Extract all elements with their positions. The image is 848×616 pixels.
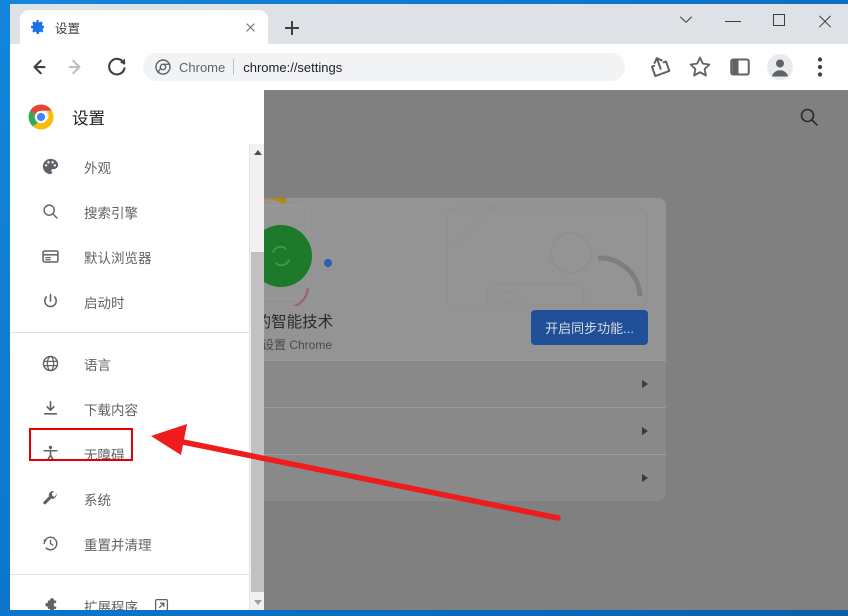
chevron-right-icon [642,427,648,435]
tab-title: 设置 [55,21,81,36]
triangle-down-icon[interactable] [250,594,265,610]
settings-sidebar: 设置 外观 搜索引擎 默认浏览器 启动时 语言 下载内容 无障碍 系统 重置并清… [10,90,264,610]
sidebar-item-default-browser[interactable]: 默认浏览器 [10,234,264,279]
sidebar-item-label: 重置并清理 [84,537,152,553]
page-title: 设置 [72,110,105,128]
sidebar-item-reset-cleanup[interactable]: 重置并清理 [10,521,264,566]
minimize-icon[interactable] [710,4,756,38]
browser-toolbar: Chrome chrome://settings [10,44,848,90]
turn-on-sync-button[interactable]: 开启同步功能... [531,310,648,345]
back-arrow-icon[interactable] [22,52,52,82]
sidebar-item-downloads[interactable]: 下载内容 [10,386,264,431]
more-menu-icon[interactable] [805,52,835,82]
sidebar-item-label: 外观 [84,160,111,176]
sidebar-item-label: 无障碍 [84,447,125,463]
chrome-icon [155,59,171,75]
browser-tab-settings[interactable]: 设置 [20,10,268,44]
sidebar-item-label: 启动时 [84,295,125,311]
sidebar-item-extensions[interactable]: 扩展程序 [10,583,264,610]
omnibox-url-text: chrome://settings [243,59,343,75]
sidebar-item-on-startup[interactable]: 启动时 [10,279,264,324]
omnibox-site-label: Chrome [179,59,226,75]
download-icon [40,399,60,419]
chevron-right-icon [642,380,648,388]
chevron-down-icon[interactable] [664,4,710,38]
sidebar-item-label: 默认浏览器 [84,250,152,266]
palette-icon [40,157,60,177]
close-icon[interactable] [802,4,848,38]
gear-icon [30,19,46,35]
address-bar[interactable]: Chrome chrome://settings [143,53,625,81]
chevron-right-icon [642,474,648,482]
scrollbar-thumb[interactable] [251,252,264,592]
search-icon[interactable] [798,106,820,128]
sidebar-item-label: 搜索引擎 [84,205,138,221]
search-icon [40,202,60,222]
sidebar-item-label: 扩展程序 [84,599,138,611]
browser-window-icon [40,247,60,267]
sidebar-item-label: 语言 [84,357,111,373]
sidebar-item-languages[interactable]: 语言 [10,341,264,386]
sidebar-item-system[interactable]: 系统 [10,476,264,521]
chrome-logo-icon [28,104,54,130]
side-panel-icon[interactable] [725,52,755,82]
sidebar-item-appearance[interactable]: 外观 [10,144,264,189]
maximize-icon[interactable] [756,4,802,38]
screenshot-root: 设置 Chrome chrome://settings 的智能技术 Chrome… [0,0,848,616]
tab-strip: 设置 [10,4,848,44]
external-link-icon [154,598,169,610]
sidebar-item-accessibility[interactable]: 无障碍 [10,431,264,476]
triangle-up-icon[interactable] [250,144,265,160]
sidebar-divider [10,332,264,333]
globe-icon [40,354,60,374]
forward-arrow-icon[interactable] [62,52,92,82]
page-content: 开启 Google 的智能技术 登录后即可个性化设置 Chrome 开启同步功能… [10,90,848,610]
sidebar-divider [10,574,264,575]
settings-nav-list: 外观 搜索引擎 默认浏览器 启动时 语言 下载内容 无障碍 系统 重置并清理 扩… [10,144,264,610]
sidebar-item-label: 系统 [84,492,111,508]
accessibility-icon [40,444,60,464]
reload-icon[interactable] [102,52,132,82]
new-tab-button[interactable] [278,14,306,42]
wrench-icon [40,489,60,509]
chrome-browser-window: 设置 Chrome chrome://settings 的智能技术 Chrome… [10,4,848,610]
star-icon[interactable] [685,52,715,82]
settings-header: 设置 [10,90,264,144]
puzzle-icon [40,596,60,610]
power-icon [40,292,60,312]
toolbar-actions [633,52,840,82]
share-icon[interactable] [645,52,675,82]
window-controls [664,4,848,38]
sidebar-item-search-engine[interactable]: 搜索引擎 [10,189,264,234]
sidebar-scrollbar[interactable] [249,144,264,610]
sidebar-item-label: 下载内容 [84,402,138,418]
history-restore-icon [40,534,60,554]
close-icon[interactable] [242,19,258,35]
omnibox-separator [233,59,235,75]
profile-avatar-icon[interactable] [765,52,795,82]
